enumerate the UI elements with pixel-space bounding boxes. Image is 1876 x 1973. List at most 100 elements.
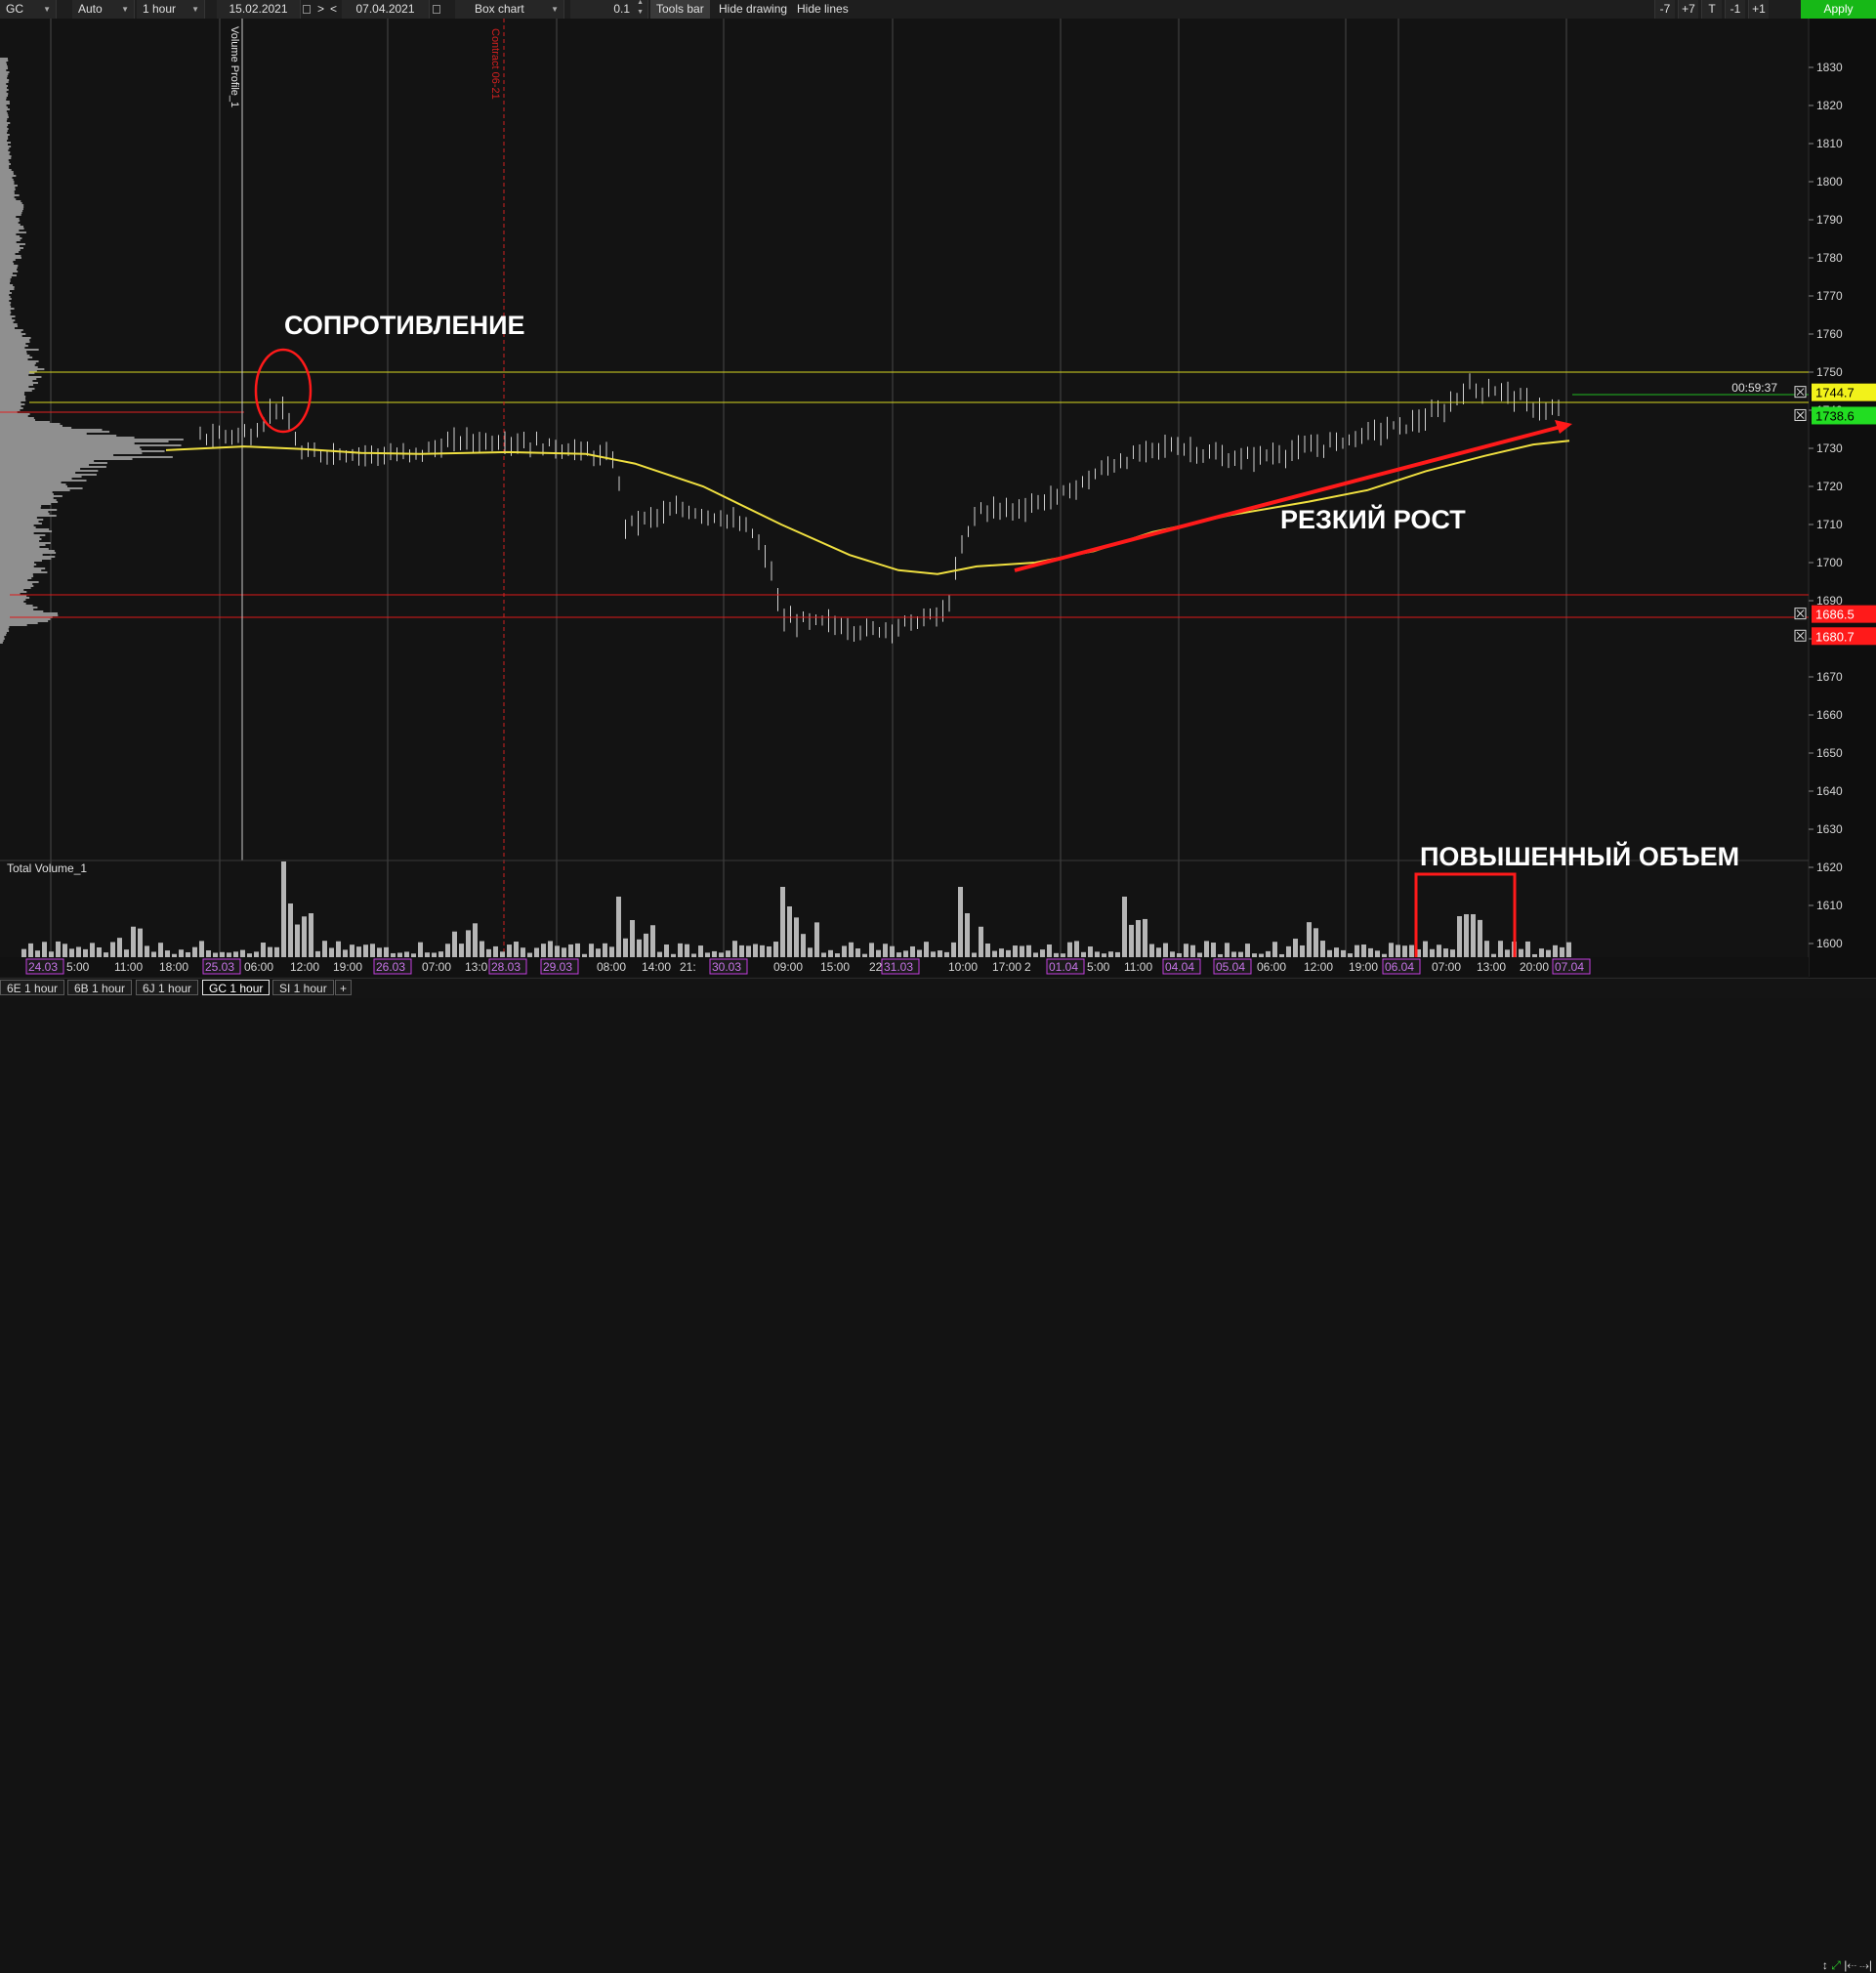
tab-6j-1-hour[interactable]: 6J 1 hour (136, 980, 199, 995)
profile-bar (0, 153, 10, 155)
volume-bar (1389, 943, 1394, 957)
profile-bar (0, 319, 16, 321)
profile-bar (0, 618, 51, 620)
volume-bar (671, 953, 676, 957)
minus-7-button[interactable]: -7 (1654, 0, 1675, 19)
volume-bar (425, 952, 430, 957)
volume-bar (1006, 949, 1011, 957)
calendar-icon[interactable] (303, 0, 314, 19)
price-chart[interactable]: Volume Profile_1 Contract 06-21 СОПРОТИВ… (0, 19, 1876, 996)
profile-bar (0, 214, 21, 216)
volume-bar (965, 913, 970, 957)
volume-bar (322, 941, 327, 957)
t-button[interactable]: T (1701, 0, 1722, 19)
profile-bar (0, 450, 165, 452)
profile-bar (0, 591, 27, 593)
resize-vertical-icon[interactable]: ↕ (1822, 1958, 1828, 1972)
scroll-end-icon[interactable]: ⇢| (1859, 1958, 1872, 1972)
hide-lines-button[interactable]: Hide lines (791, 0, 855, 19)
scale-mode-select[interactable]: Auto ▼ (72, 0, 135, 19)
add-tab-button[interactable]: + (335, 980, 353, 995)
apply-button[interactable]: Apply (1801, 0, 1876, 19)
price-tick-label: 1670 (1816, 670, 1843, 684)
volume-bar (281, 861, 286, 957)
volume-bar (855, 948, 860, 957)
profile-bar (0, 499, 57, 501)
volume-bar (972, 952, 977, 957)
volume-bar (90, 943, 95, 957)
profile-bar (0, 632, 7, 634)
profile-bar (0, 343, 26, 345)
volume-bar (1505, 949, 1510, 957)
volume-bar (1525, 941, 1530, 957)
plus-1-button[interactable]: +1 (1748, 0, 1769, 19)
volume-bar (56, 941, 61, 957)
volume-bar (1382, 953, 1387, 957)
volume-bar (821, 952, 826, 957)
profile-bar (0, 292, 12, 294)
profile-bar (0, 364, 35, 366)
profile-bar (0, 403, 25, 405)
profile-bar (0, 421, 50, 423)
minus-1-button[interactable]: -1 (1725, 0, 1745, 19)
spinner-icon[interactable]: ▲ ▼ (637, 0, 644, 18)
profile-bar (0, 482, 62, 483)
volume-bar (1040, 949, 1045, 957)
profile-bar (0, 394, 24, 396)
tools-bar-button[interactable]: Tools bar (650, 0, 710, 19)
time-label: 14:00 (642, 960, 671, 974)
nav-next-button[interactable]: > (317, 0, 325, 19)
volume-bar (951, 942, 956, 957)
fit-screen-icon[interactable]: ⤢ (1831, 1958, 1841, 1972)
profile-bar (0, 185, 18, 187)
plus-7-button[interactable]: +7 (1678, 0, 1698, 19)
profile-bar (0, 399, 26, 401)
profile-bar (0, 155, 12, 157)
volume-bar (138, 928, 143, 957)
profile-bar (0, 519, 44, 521)
scroll-start-icon[interactable]: |⇠ (1844, 1958, 1856, 1972)
step-input[interactable]: 0.1 ▲ ▼ (570, 0, 648, 19)
nav-prev-button[interactable]: < (330, 0, 338, 19)
profile-bar (0, 566, 34, 567)
price-tick-label: 1790 (1816, 213, 1843, 227)
hide-drawing-button[interactable]: Hide drawing (713, 0, 793, 19)
profile-bar (0, 610, 44, 612)
profile-bar (0, 173, 14, 175)
profile-bar (0, 165, 10, 167)
profile-bar (0, 224, 21, 226)
profile-bar (0, 189, 16, 190)
volume-bar (1047, 944, 1052, 957)
volume-bar (1375, 950, 1380, 957)
price-tick-label: 1780 (1816, 251, 1843, 265)
tab-6b-1-hour[interactable]: 6B 1 hour (67, 980, 133, 995)
date-to-field[interactable]: 07.04.2021 (342, 0, 430, 19)
volume-bar (596, 948, 601, 957)
profile-bar (0, 99, 7, 101)
profile-bar (0, 472, 76, 474)
volume-bar (678, 943, 683, 957)
tab-gc-1-hour[interactable]: GC 1 hour (202, 980, 271, 995)
chart-type-select[interactable]: Box chart ▼ (455, 0, 564, 19)
profile-bar (0, 456, 173, 458)
profile-bar (0, 417, 34, 419)
scale-mode-value: Auto (78, 2, 103, 16)
tab-6e-1-hour[interactable]: 6E 1 hour (0, 980, 65, 995)
timeframe-value: 1 hour (143, 2, 177, 16)
date-from-field[interactable]: 15.02.2021 (217, 0, 301, 19)
calendar-icon[interactable] (433, 0, 444, 19)
profile-bar (0, 407, 23, 409)
volume-bar (1464, 914, 1469, 957)
time-label: 13:00 (1477, 960, 1506, 974)
tab-si-1-hour[interactable]: SI 1 hour (272, 980, 334, 995)
symbol-select[interactable]: GC ▼ (0, 0, 57, 19)
timeframe-select[interactable]: 1 hour ▼ (137, 0, 205, 19)
chart-canvas[interactable]: Volume Profile_1 Contract 06-21 СОПРОТИВ… (0, 19, 1876, 996)
profile-bar (0, 339, 30, 341)
profile-bar (0, 460, 95, 462)
volume-bar (493, 945, 498, 957)
profile-bar (0, 210, 23, 212)
resistance-annotation: СОПРОТИВЛЕНИЕ (284, 311, 524, 340)
volume-bar (1136, 920, 1141, 957)
profile-bar (0, 374, 29, 376)
